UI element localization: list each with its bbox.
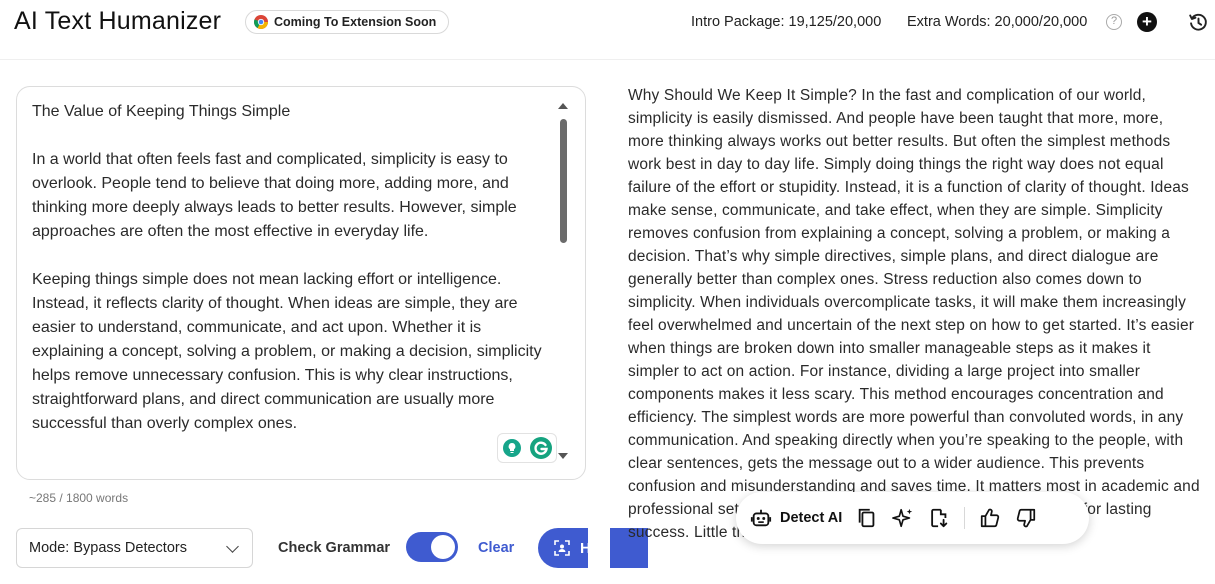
extension-badge-label: Coming To Extension Soon [274, 15, 437, 29]
chevron-down-icon [226, 539, 239, 553]
top-header: AI Text Humanizer Coming To Extension So… [0, 0, 1215, 56]
robot-icon [750, 509, 772, 527]
input-text[interactable]: The Value of Keeping Things Simple In a … [32, 100, 557, 460]
scrollbar-thumb[interactable] [560, 119, 567, 243]
input-paragraph: In a world that often feels fast and com… [32, 151, 517, 240]
word-count: ~285 / 1800 words [29, 491, 129, 505]
output-text[interactable]: Why Should We Keep It Simple? In the fas… [628, 84, 1202, 544]
bulb-icon[interactable] [502, 439, 521, 457]
clear-button[interactable]: Clear [478, 540, 514, 556]
scroll-up-arrow-icon[interactable] [558, 103, 568, 109]
history-icon[interactable] [1188, 12, 1209, 33]
app-title: AI Text Humanizer [14, 7, 222, 35]
grammarly-icon[interactable] [529, 437, 552, 459]
toggle-knob [431, 535, 455, 559]
copy-icon[interactable] [856, 507, 878, 529]
panel-gutter [588, 520, 610, 584]
scan-icon [554, 540, 570, 556]
detect-ai-label: Detect AI [780, 510, 843, 526]
header-divider [0, 59, 1215, 60]
add-icon[interactable]: + [1137, 12, 1157, 32]
download-icon[interactable] [928, 507, 950, 529]
check-grammar-label: Check Grammar [278, 540, 391, 556]
thumbs-up-icon[interactable] [979, 507, 1001, 529]
intro-package-counter: Intro Package: 19,125/20,000 [691, 14, 882, 30]
check-grammar-toggle[interactable] [406, 532, 458, 562]
input-paragraph: Keeping things simple does not mean lack… [32, 271, 542, 432]
mode-select-label: Mode: Bypass Detectors [29, 540, 187, 556]
thumbs-down-icon[interactable] [1015, 507, 1037, 529]
input-paragraph: The Value of Keeping Things Simple [32, 103, 291, 120]
input-text-area[interactable]: The Value of Keeping Things Simple In a … [16, 86, 586, 480]
chrome-icon [254, 15, 268, 29]
sparkle-icon[interactable] [892, 507, 914, 529]
toolbar-divider [964, 507, 966, 529]
grammarly-widget[interactable] [497, 433, 557, 463]
help-icon[interactable]: ? [1106, 14, 1122, 30]
extension-badge[interactable]: Coming To Extension Soon [245, 10, 450, 34]
output-toolbar: Detect AI [736, 492, 1089, 544]
extra-words-counter: Extra Words: 20,000/20,000 [907, 14, 1088, 30]
mode-select[interactable]: Mode: Bypass Detectors [16, 528, 253, 568]
scroll-down-arrow-icon[interactable] [558, 453, 568, 459]
detect-ai-button[interactable]: Detect AI [750, 507, 842, 529]
